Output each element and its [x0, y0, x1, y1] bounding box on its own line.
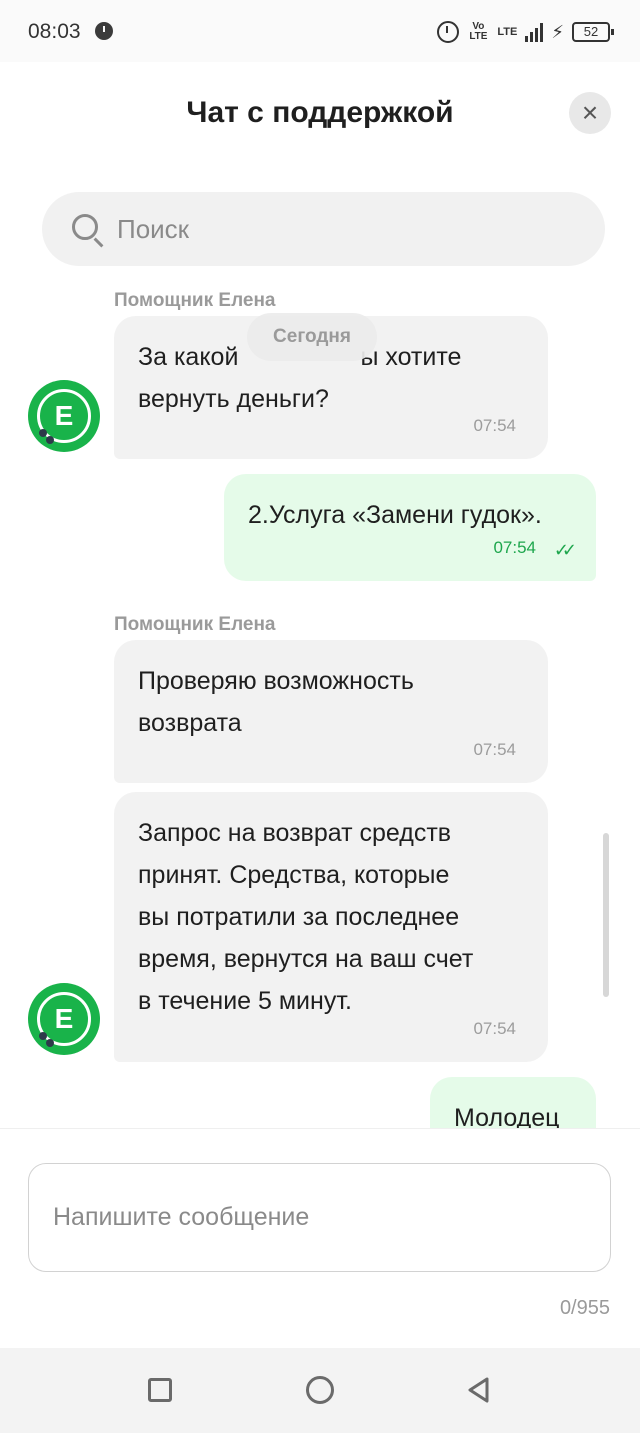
message-line: в течение 5 минут.: [138, 987, 352, 1015]
message-text: Запрос на возврат средств принят. Средст…: [138, 812, 524, 1022]
avatar-dot: [46, 436, 54, 444]
avatar: E: [28, 380, 100, 452]
message-input[interactable]: [28, 1163, 611, 1272]
message-line: Проверяю возможность: [138, 667, 414, 695]
volte-indicator: Vo LTE: [467, 22, 489, 42]
character-counter: 0/955: [559, 1297, 610, 1319]
alarm-icon: [95, 22, 113, 40]
message-bubble-incoming[interactable]: Проверяю возможность возврата 07:54: [114, 640, 548, 783]
message-line: вы потратили за последнее: [138, 903, 460, 931]
message-text: Молодец: [454, 1104, 560, 1128]
double-check-icon: ✓✓: [553, 540, 577, 560]
square-icon[interactable]: [148, 1378, 172, 1402]
message-line: принят. Средства, которые: [138, 861, 450, 889]
message-line: ы хотите: [360, 343, 462, 371]
scrollbar[interactable]: [603, 833, 609, 997]
battery-icon: 52: [572, 22, 614, 42]
avatar-letter: E: [54, 1003, 74, 1034]
avatar-letter: E: [54, 400, 74, 431]
avatar: E: [28, 983, 100, 1055]
close-icon: ×: [581, 97, 599, 128]
composer: 0/955: [0, 1128, 640, 1348]
circle-icon[interactable]: [306, 1376, 334, 1404]
status-time: 08:03: [28, 20, 81, 43]
message-line: За какой: [138, 343, 239, 371]
system-nav-bar: [0, 1348, 640, 1433]
message-time: 07:54: [473, 740, 516, 759]
sender-name: Помощник Елена: [114, 614, 276, 635]
avatar-dot: [39, 429, 47, 437]
message-text: Проверяю возможность возврата: [138, 660, 524, 744]
avatar-dot: [46, 1039, 54, 1047]
chat-messages[interactable]: Помощник Елена За какой ы хотите вернуть …: [0, 270, 640, 1128]
message-line: возврата: [138, 709, 242, 737]
triangle-back-icon[interactable]: [465, 1376, 493, 1404]
message-bubble-outgoing[interactable]: Молодец: [430, 1077, 596, 1128]
search-icon: [72, 214, 98, 240]
message-time: 07:54: [473, 1019, 516, 1038]
avatar-dot: [39, 1032, 47, 1040]
message-line: время, вернутся на ваш счет: [138, 945, 474, 973]
alarm-clock-icon: [437, 21, 460, 43]
signal-icon: [525, 22, 544, 42]
charging-icon: ⚡: [551, 21, 564, 42]
search-bar[interactable]: [42, 192, 605, 266]
message-time: 07:54: [493, 538, 536, 557]
message-line: вернуть деньги?: [138, 385, 329, 413]
search-input[interactable]: [117, 210, 577, 248]
close-button[interactable]: ×: [569, 92, 611, 134]
message-time: 07:54: [473, 416, 516, 435]
page-title: Чат с поддержкой: [186, 96, 454, 129]
message-bubble-incoming[interactable]: Запрос на возврат средств принят. Средст…: [114, 792, 548, 1062]
sender-name: Помощник Елена: [114, 290, 276, 311]
date-separator: Сегодня: [247, 313, 377, 361]
volte-bottom-label: LTE: [469, 31, 488, 42]
network-type: LTE: [497, 26, 518, 38]
status-bar: 08:03 Vo LTE LTE ⚡ 52: [0, 0, 640, 62]
status-indicators: Vo LTE LTE ⚡ 52: [437, 18, 614, 46]
chat-header: Чат с поддержкой ×: [0, 62, 640, 172]
message-line: Запрос на возврат средств: [138, 819, 452, 847]
message-bubble-outgoing[interactable]: 2.Услуга «Замени гудок». 07:54 ✓✓: [224, 474, 596, 581]
